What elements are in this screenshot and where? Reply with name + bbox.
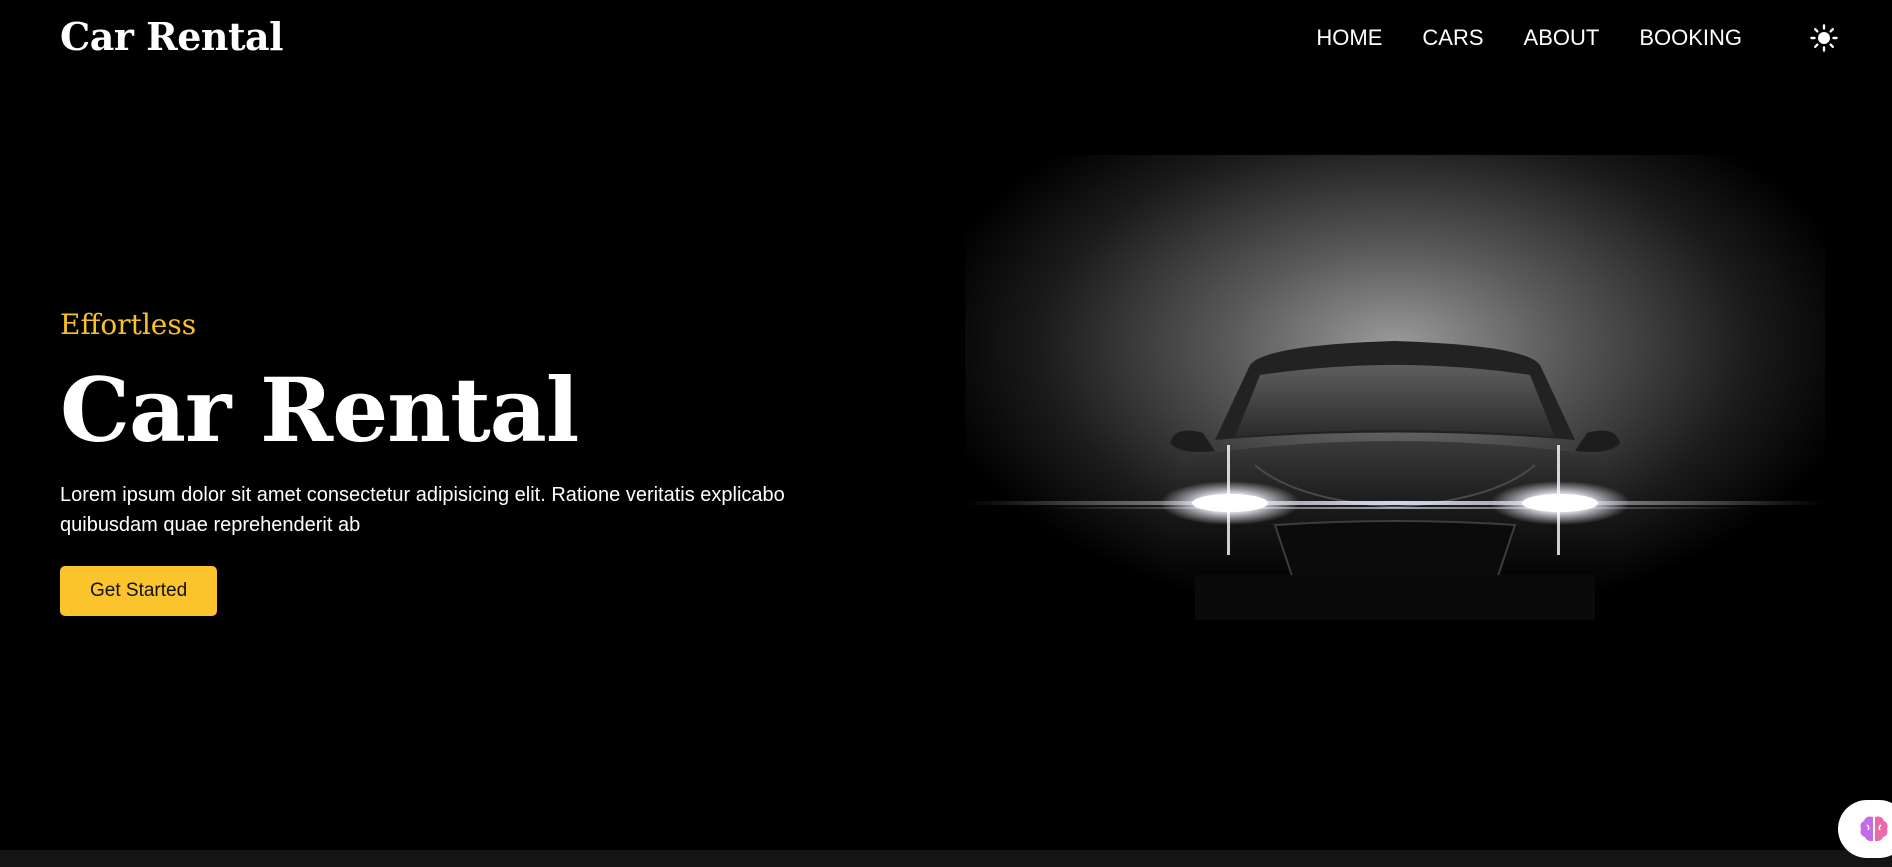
theme-toggle-button[interactable]: [1810, 24, 1838, 52]
bottom-bar: [0, 850, 1892, 867]
hero-eyebrow: Effortless: [60, 308, 197, 341]
nav-home-link[interactable]: HOME: [1316, 22, 1382, 54]
nav-about-link[interactable]: ABOUT: [1524, 22, 1600, 54]
navbar: Car Rental HOME CARS ABOUT BOOKING: [0, 0, 1892, 76]
main-nav: HOME CARS ABOUT BOOKING: [1316, 22, 1742, 54]
brain-icon: [1860, 816, 1888, 842]
sun-icon: [1810, 24, 1838, 52]
car-illustration: [965, 155, 1825, 655]
nav-cars-link[interactable]: CARS: [1422, 22, 1483, 54]
hero-description: Lorem ipsum dolor sit amet consectetur a…: [60, 484, 785, 536]
car-headlights-image: [965, 155, 1825, 655]
hero-section: Effortless Car Rental Lorem ipsum dolor …: [60, 300, 840, 616]
hero-title: Car Rental: [60, 358, 579, 462]
assistant-button[interactable]: [1838, 800, 1892, 858]
get-started-button[interactable]: Get Started: [60, 566, 218, 616]
site-logo[interactable]: Car Rental: [60, 12, 284, 62]
nav-booking-link[interactable]: BOOKING: [1639, 22, 1742, 54]
